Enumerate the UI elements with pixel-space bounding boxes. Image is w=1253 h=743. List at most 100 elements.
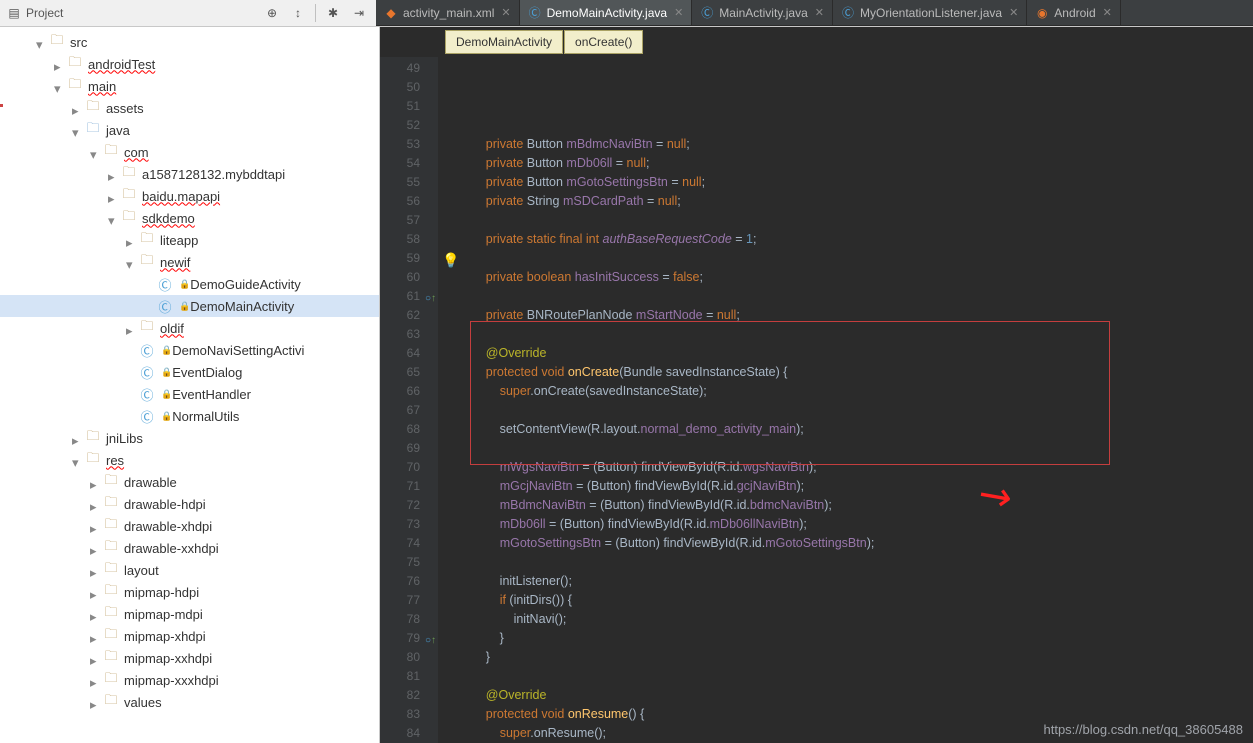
line-number[interactable]: 53: [380, 135, 438, 154]
locate-icon[interactable]: ⊕: [261, 2, 283, 24]
arrow-right-icon[interactable]: ▸: [90, 697, 100, 707]
tree-item-res[interactable]: ▾🗀res: [0, 449, 379, 471]
tree-item-NormalUtils[interactable]: Ⓒ🔒NormalUtils: [0, 405, 379, 427]
code-line[interactable]: initListener();: [458, 572, 1253, 591]
tree-item-liteapp[interactable]: ▸🗀liteapp: [0, 229, 379, 251]
code-line[interactable]: protected void onCreate(Bundle savedInst…: [458, 363, 1253, 382]
line-number[interactable]: 70: [380, 458, 438, 477]
code-line[interactable]: [458, 553, 1253, 572]
code-line[interactable]: mGotoSettingsBtn = (Button) findViewById…: [458, 534, 1253, 553]
crumb-method[interactable]: onCreate(): [564, 30, 643, 54]
line-number[interactable]: 82: [380, 686, 438, 705]
arrow-down-icon[interactable]: ▾: [108, 213, 118, 223]
intention-bulb-icon[interactable]: 💡: [442, 252, 459, 269]
close-icon[interactable]: ✕: [815, 6, 824, 19]
line-number[interactable]: 49: [380, 59, 438, 78]
line-number[interactable]: 83: [380, 705, 438, 724]
arrow-none[interactable]: [126, 411, 136, 421]
tree-item-oldif[interactable]: ▸🗀oldif: [0, 317, 379, 339]
code-line[interactable]: if (initDirs()) {: [458, 591, 1253, 610]
tree-item-main[interactable]: ▾🗀main: [0, 75, 379, 97]
code-text[interactable]: private Button mBdmcNaviBtn = null; priv…: [438, 57, 1253, 743]
line-number[interactable]: 69: [380, 439, 438, 458]
tree-item-mipmap-xxxhdpi[interactable]: ▸🗀mipmap-xxxhdpi: [0, 669, 379, 691]
arrow-right-icon[interactable]: ▸: [54, 59, 64, 69]
tab-activity_main-xml[interactable]: ◆activity_main.xml✕: [376, 0, 520, 25]
line-number[interactable]: 77: [380, 591, 438, 610]
code-line[interactable]: private Button mGotoSettingsBtn = null;: [458, 173, 1253, 192]
settings-icon[interactable]: ✱: [322, 2, 344, 24]
arrow-right-icon[interactable]: ▸: [90, 631, 100, 641]
line-number[interactable]: 60: [380, 268, 438, 287]
line-number[interactable]: 56: [380, 192, 438, 211]
code-editor[interactable]: DemoMainActivity onCreate() 495051525354…: [380, 27, 1253, 743]
code-line[interactable]: @Override: [458, 344, 1253, 363]
code-line[interactable]: }: [458, 648, 1253, 667]
arrow-right-icon[interactable]: ▸: [126, 323, 136, 333]
line-number[interactable]: 76: [380, 572, 438, 591]
code-line[interactable]: super.onCreate(savedInstanceState);: [458, 382, 1253, 401]
line-number[interactable]: 58: [380, 230, 438, 249]
arrow-right-icon[interactable]: ▸: [90, 609, 100, 619]
code-line[interactable]: [458, 287, 1253, 306]
line-number[interactable]: 81: [380, 667, 438, 686]
arrow-right-icon[interactable]: ▸: [90, 477, 100, 487]
tree-item-layout[interactable]: ▸🗀layout: [0, 559, 379, 581]
collapse-icon[interactable]: ↕: [287, 2, 309, 24]
line-number[interactable]: 62: [380, 306, 438, 325]
code-line[interactable]: private String mSDCardPath = null;: [458, 192, 1253, 211]
line-number[interactable]: 51: [380, 97, 438, 116]
tree-item-mipmap-xhdpi[interactable]: ▸🗀mipmap-xhdpi: [0, 625, 379, 647]
line-number[interactable]: 54: [380, 154, 438, 173]
tree-item-drawable[interactable]: ▸🗀drawable: [0, 471, 379, 493]
project-label[interactable]: Project: [26, 6, 63, 20]
tree-item-EventHandler[interactable]: Ⓒ🔒EventHandler: [0, 383, 379, 405]
arrow-down-icon[interactable]: ▾: [36, 37, 46, 47]
line-number[interactable]: 55: [380, 173, 438, 192]
code-line[interactable]: [458, 401, 1253, 420]
arrow-none[interactable]: [126, 389, 136, 399]
close-icon[interactable]: ✕: [501, 6, 510, 19]
code-line[interactable]: private Button mBdmcNaviBtn = null;: [458, 135, 1253, 154]
tree-item-androidTest[interactable]: ▸🗀androidTest: [0, 53, 379, 75]
line-number[interactable]: 63: [380, 325, 438, 344]
line-number[interactable]: 68: [380, 420, 438, 439]
line-number[interactable]: 80: [380, 648, 438, 667]
arrow-right-icon[interactable]: ▸: [90, 543, 100, 553]
tree-item-com[interactable]: ▾🗀com: [0, 141, 379, 163]
line-number[interactable]: 79○↑: [380, 629, 438, 648]
code-line[interactable]: setContentView(R.layout.normal_demo_acti…: [458, 420, 1253, 439]
line-number[interactable]: 52: [380, 116, 438, 135]
code-line[interactable]: mGcjNaviBtn = (Button) findViewById(R.id…: [458, 477, 1253, 496]
line-number[interactable]: 74: [380, 534, 438, 553]
project-tree[interactable]: ▾🗀src▸🗀androidTest▾🗀main▸🗀assets▾🗀java▾🗀…: [0, 27, 380, 743]
arrow-right-icon[interactable]: ▸: [90, 653, 100, 663]
code-line[interactable]: [458, 211, 1253, 230]
arrow-right-icon[interactable]: ▸: [90, 675, 100, 685]
tree-item-mipmap-mdpi[interactable]: ▸🗀mipmap-mdpi: [0, 603, 379, 625]
code-line[interactable]: private boolean hasInitSuccess = false;: [458, 268, 1253, 287]
project-tool-icon[interactable]: ▤: [6, 5, 22, 21]
tree-item-assets[interactable]: ▸🗀assets: [0, 97, 379, 119]
tree-item-jniLibs[interactable]: ▸🗀jniLibs: [0, 427, 379, 449]
line-number[interactable]: 75: [380, 553, 438, 572]
arrow-down-icon[interactable]: ▾: [126, 257, 136, 267]
arrow-right-icon[interactable]: ▸: [108, 169, 118, 179]
tree-item-mipmap-xxhdpi[interactable]: ▸🗀mipmap-xxhdpi: [0, 647, 379, 669]
code-line[interactable]: [458, 439, 1253, 458]
tree-item-java[interactable]: ▾🗀java: [0, 119, 379, 141]
tab-MainActivity-java[interactable]: ⒸMainActivity.java✕: [692, 0, 833, 25]
code-line[interactable]: private BNRoutePlanNode mStartNode = nul…: [458, 306, 1253, 325]
tree-item-src[interactable]: ▾🗀src: [0, 31, 379, 53]
code-line[interactable]: private static final int authBaseRequest…: [458, 230, 1253, 249]
tree-item-DemoNaviSettingActivi[interactable]: Ⓒ🔒DemoNaviSettingActivi: [0, 339, 379, 361]
close-icon[interactable]: ✕: [674, 6, 683, 19]
line-number[interactable]: 67: [380, 401, 438, 420]
arrow-down-icon[interactable]: ▾: [90, 147, 100, 157]
code-line[interactable]: }: [458, 629, 1253, 648]
tree-item-EventDialog[interactable]: Ⓒ🔒EventDialog: [0, 361, 379, 383]
line-number[interactable]: 59: [380, 249, 438, 268]
line-number[interactable]: 57: [380, 211, 438, 230]
code-line[interactable]: [458, 249, 1253, 268]
line-number[interactable]: 78: [380, 610, 438, 629]
